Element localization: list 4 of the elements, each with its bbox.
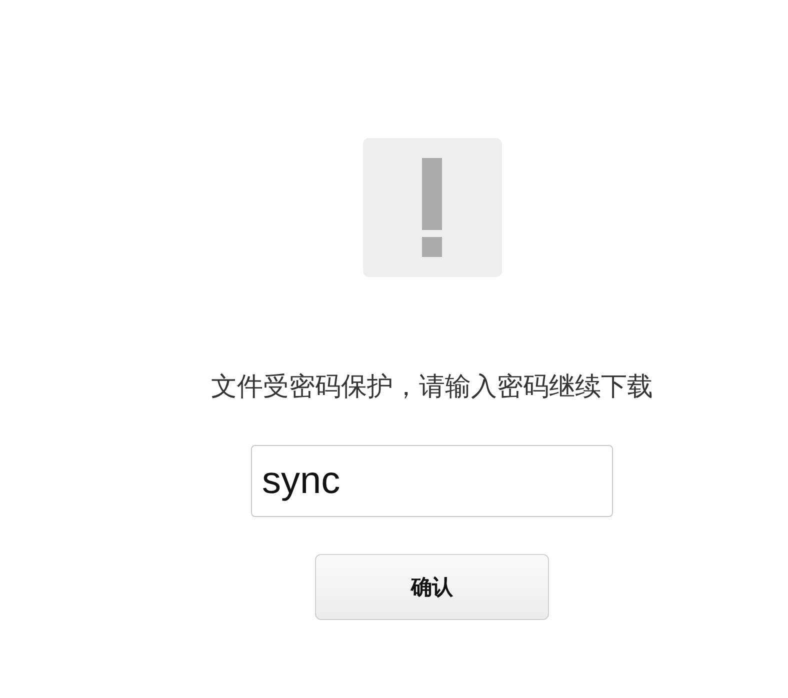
confirm-button[interactable]: 确认 [315, 554, 549, 620]
prompt-message: 文件受密码保护，请输入密码继续下载 [211, 371, 653, 404]
exclamation-icon [422, 158, 442, 257]
password-field[interactable]: sync [251, 445, 613, 517]
